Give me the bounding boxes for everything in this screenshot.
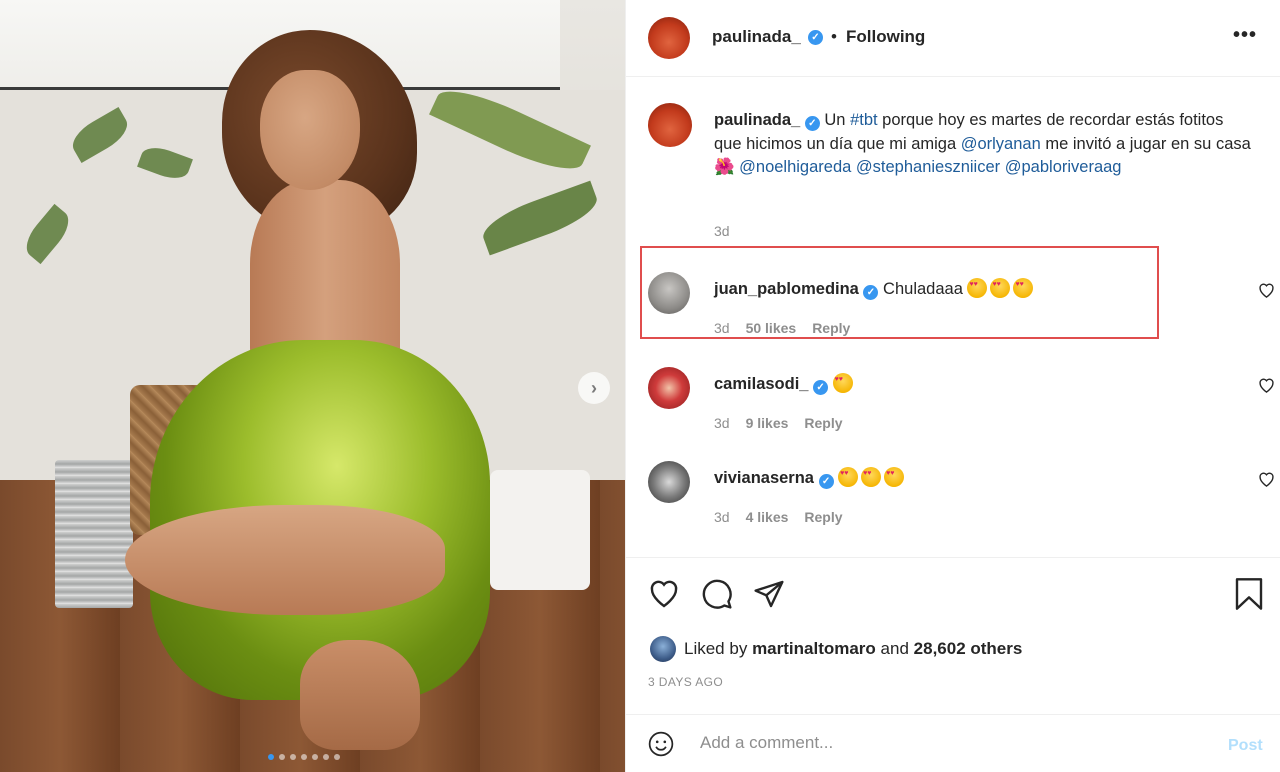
action-bar: Liked by martinaltomaro and 28,602 other…: [626, 557, 1280, 714]
header-separator: •: [831, 27, 837, 46]
post-date[interactable]: 3 DAYS AGO: [648, 675, 723, 689]
comment-icon[interactable]: [701, 578, 733, 610]
reply-button[interactable]: Reply: [804, 509, 842, 525]
verified-badge-icon: ✓: [818, 474, 834, 489]
heart-icon[interactable]: [1258, 377, 1275, 393]
comment-line: camilasodi_ ✓: [714, 373, 856, 395]
chevron-right-icon[interactable]: ›: [578, 372, 610, 404]
heart-eyes-emoji-icon: [861, 467, 882, 487]
carousel-dot: [312, 754, 318, 760]
carousel-dots: [268, 754, 340, 760]
comment-time[interactable]: 3d: [714, 415, 730, 431]
mention-link[interactable]: @noelhigareda: [739, 158, 851, 176]
bookmark-icon[interactable]: [1234, 578, 1264, 610]
post-photo[interactable]: ›: [0, 0, 625, 772]
author-username[interactable]: paulinada_: [712, 27, 801, 47]
avatar[interactable]: [650, 636, 676, 662]
comment-username[interactable]: vivianaserna: [714, 469, 814, 487]
post-panel: paulinada_ ✓ • Following ••• paulinada_ …: [625, 0, 1280, 772]
paper-plane-icon[interactable]: [753, 578, 785, 610]
carousel-dot: [334, 754, 340, 760]
flower-emoji: 🌺: [714, 158, 735, 176]
heart-icon[interactable]: [1258, 471, 1275, 487]
avatar[interactable]: [648, 367, 690, 409]
verified-badge-icon: ✓: [808, 30, 823, 45]
mention-link[interactable]: @stephanieszniicer: [856, 158, 1000, 176]
emoji-smiley-icon[interactable]: [648, 731, 674, 757]
carousel-dot: [301, 754, 307, 760]
add-comment-bar: Post: [626, 714, 1280, 772]
comment-meta: 3d 4 likes Reply: [714, 509, 843, 525]
white-stand: [490, 470, 590, 590]
comment-input[interactable]: [700, 733, 1200, 753]
heart-eyes-emoji-icon: [838, 467, 859, 487]
carousel-dot: [323, 754, 329, 760]
liked-by-mid: and: [880, 639, 909, 658]
avatar[interactable]: [648, 103, 692, 147]
avatar[interactable]: [648, 17, 690, 59]
carousel-dot: [290, 754, 296, 760]
heart-eyes-emoji-icon: [884, 467, 905, 487]
caption-time[interactable]: 3d: [714, 223, 730, 239]
avatar[interactable]: [648, 461, 690, 503]
carousel-dot: [279, 754, 285, 760]
metal-pot: [55, 460, 133, 608]
comment-likes[interactable]: 9 likes: [746, 415, 789, 431]
comment-username[interactable]: camilasodi_: [714, 375, 808, 393]
heart-eyes-emoji-icon: [832, 373, 853, 393]
liked-by-user[interactable]: martinaltomaro: [752, 639, 876, 659]
woman-foot: [300, 640, 420, 750]
comment-meta: 3d 9 likes Reply: [714, 415, 843, 431]
verified-badge-icon: ✓: [813, 380, 829, 395]
highlight-box: [640, 246, 1159, 339]
post-header: paulinada_ ✓ • Following •••: [626, 0, 1280, 77]
post-button[interactable]: Post: [1228, 737, 1263, 755]
woman-leg: [125, 505, 445, 615]
caption-segment: me invitó a jugar en su casa: [1040, 134, 1251, 153]
heart-icon[interactable]: [1258, 282, 1275, 298]
comment-time[interactable]: 3d: [714, 509, 730, 525]
comment-likes[interactable]: 4 likes: [746, 509, 789, 525]
reply-button[interactable]: Reply: [804, 415, 842, 431]
caption-segment: Un: [819, 111, 851, 129]
caption-text: paulinada_ ✓ Un #tbt porque hoy es marte…: [714, 109, 1254, 180]
comment-line: vivianaserna ✓: [714, 467, 907, 489]
ellipsis-icon[interactable]: •••: [1233, 24, 1257, 47]
liked-by-row: Liked by martinaltomaro and 28,602 other…: [650, 636, 1022, 662]
following-button[interactable]: Following: [846, 27, 925, 47]
liked-by-prefix: Liked by: [684, 639, 748, 658]
carousel-dot: [268, 754, 274, 760]
woman-face: [260, 70, 360, 190]
hashtag-link[interactable]: #tbt: [850, 111, 878, 129]
caption-username[interactable]: paulinada_: [714, 111, 800, 129]
mention-link[interactable]: @orlyanan: [961, 135, 1041, 153]
heart-icon[interactable]: [648, 578, 680, 610]
mention-link[interactable]: @pabloriveraag: [1005, 158, 1122, 176]
likes-count[interactable]: 28,602 others: [914, 639, 1023, 659]
verified-badge-icon: ✓: [804, 116, 820, 132]
